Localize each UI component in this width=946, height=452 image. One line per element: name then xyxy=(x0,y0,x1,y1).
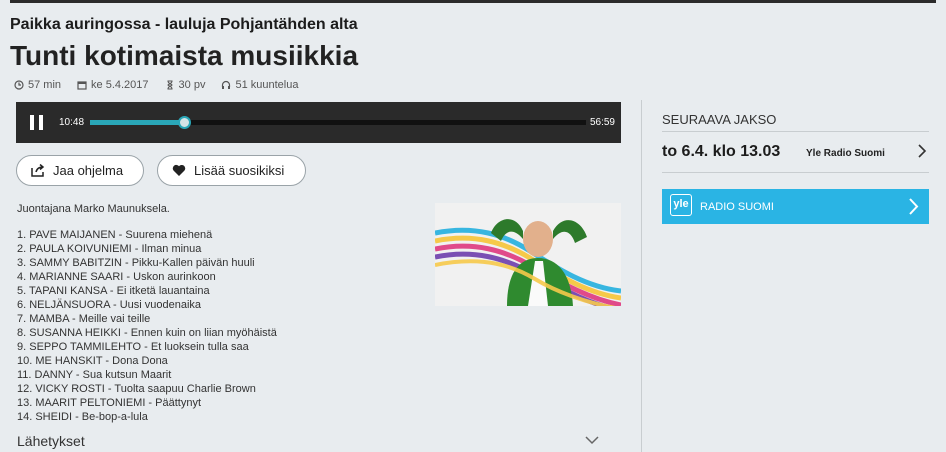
share-button[interactable]: Jaa ohjelma xyxy=(16,155,144,186)
share-icon xyxy=(31,164,45,177)
audio-player: 10:48 56:59 xyxy=(16,102,621,143)
list-item: 8. SUSANNA HEIKKI - Ennen kuin on liian … xyxy=(17,327,277,339)
total-time: 56:59 xyxy=(589,117,615,128)
clock-icon xyxy=(14,80,24,90)
column-divider xyxy=(641,100,642,452)
list-item: 6. NELJÄNSUORA - Uusi vuodenaika xyxy=(17,299,202,311)
meta-duration-text: 57 min xyxy=(28,79,62,91)
meta-date: ke 5.4.2017 xyxy=(77,79,149,91)
chevron-right-icon xyxy=(909,198,919,215)
chevron-down-icon[interactable] xyxy=(585,436,599,445)
divider xyxy=(662,172,929,173)
list-item: 14. SHEIDI - Be-bop-a-lula xyxy=(17,411,148,423)
next-episode-time[interactable]: to 6.4. klo 13.03 xyxy=(662,143,780,161)
meta-duration: 57 min xyxy=(14,79,61,91)
divider xyxy=(662,131,929,132)
list-item: 5. TAPANI KANSA - Ei itketä lauantaina xyxy=(17,285,210,297)
host-text: Juontajana Marko Maunuksela. xyxy=(17,203,170,215)
list-item: 7. MAMBA - Meille vai teille xyxy=(17,313,151,325)
top-bar xyxy=(10,0,936,3)
seek-handle[interactable] xyxy=(178,116,192,129)
share-button-label: Jaa ohjelma xyxy=(53,163,124,178)
track-list: 1. PAVE MAIJANEN - Suurena miehenä 2. PA… xyxy=(17,228,277,424)
add-favorite-button[interactable]: Lisää suosikiksi xyxy=(157,155,306,186)
meta-listens-text: 51 kuuntelua xyxy=(235,79,299,91)
yle-logo: yle xyxy=(670,194,692,216)
meta-availability-text: 30 pv xyxy=(178,79,206,91)
next-episode-heading: SEURAAVA JAKSO xyxy=(662,112,777,127)
series-title[interactable]: Paikka auringossa - lauluja Pohjantähden… xyxy=(10,16,358,34)
list-item: 4. MARIANNE SAARI - Uskon aurinkoon xyxy=(17,271,216,283)
heart-icon xyxy=(172,164,186,176)
list-item: 3. SAMMY BABITZIN - Pikku-Kallen päivän … xyxy=(17,257,255,269)
list-item: 13. MAARIT PELTONIEMI - Päättynyt xyxy=(17,397,202,409)
list-item: 10. ME HANSKIT - Dona Dona xyxy=(17,355,168,367)
seek-progress xyxy=(90,120,185,125)
list-item: 11. DANNY - Sua kutsun Maarit xyxy=(17,369,172,381)
channel-name: RADIO SUOMI xyxy=(700,201,774,213)
headphones-icon xyxy=(222,80,231,89)
seek-bar[interactable] xyxy=(90,116,586,129)
current-time: 10:48 xyxy=(59,117,85,128)
chevron-right-icon[interactable] xyxy=(917,143,927,159)
episode-image xyxy=(435,203,621,306)
list-item: 12. VICKY ROSTI - Tuolta saapuu Charlie … xyxy=(17,383,256,395)
broadcasts-toggle[interactable]: Lähetykset xyxy=(17,433,85,449)
meta-availability: 30 pv xyxy=(165,79,206,91)
episode-meta: 57 min ke 5.4.2017 30 pv 51 kuuntelua xyxy=(14,79,298,91)
add-favorite-label: Lisää suosikiksi xyxy=(194,163,285,178)
list-item: 2. PAULA KOIVUNIEMI - Ilman minua xyxy=(17,243,202,255)
hourglass-icon xyxy=(166,80,173,90)
pause-icon[interactable] xyxy=(30,115,44,130)
next-episode-channel: Yle Radio Suomi xyxy=(806,148,885,159)
meta-listens: 51 kuuntelua xyxy=(221,79,298,91)
list-item: 1. PAVE MAIJANEN - Suurena miehenä xyxy=(17,229,213,241)
page-title: Tunti kotimaista musiikkia xyxy=(10,40,359,71)
calendar-icon xyxy=(77,81,87,90)
meta-date-text: ke 5.4.2017 xyxy=(91,79,149,91)
list-item: 9. SEPPO TAMMILEHTO - Et luoksein tulla … xyxy=(17,341,249,353)
channel-link[interactable]: yle RADIO SUOMI xyxy=(662,189,929,224)
